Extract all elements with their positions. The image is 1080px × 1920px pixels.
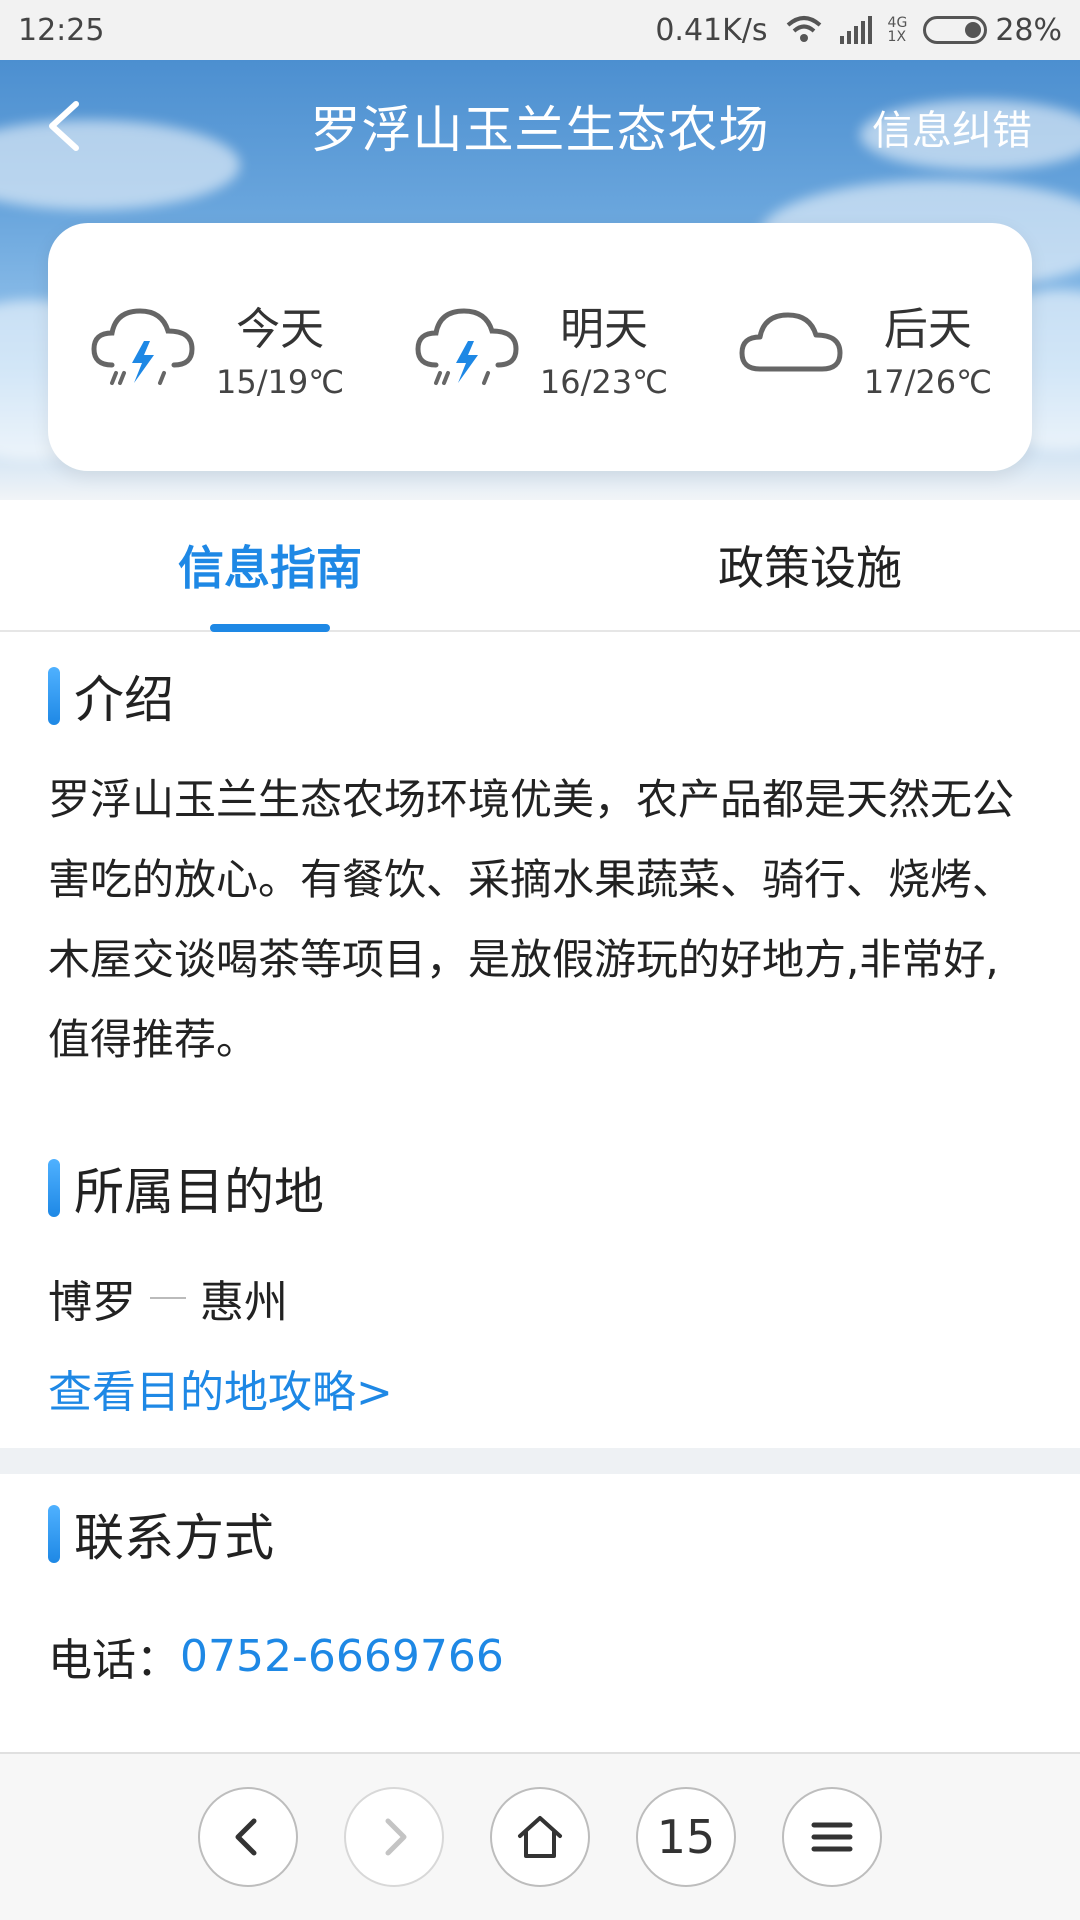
browser-tabs-button[interactable]: 15	[636, 1787, 736, 1887]
intro-section: 介绍 罗浮山玉兰生态农场环境优美，农产品都是天然无公害吃的放心。有餐饮、采摘水果…	[48, 660, 1032, 1080]
cloud-icon	[739, 312, 843, 372]
status-time: 12:25	[18, 12, 105, 48]
contact-section: 联系方式 电话： 0752-6669766	[48, 1498, 1032, 1688]
report-error-link[interactable]: 信息纠错	[872, 98, 1032, 156]
section-title-bar	[48, 667, 60, 725]
section-divider	[0, 1448, 1080, 1474]
section-title: 所属目的地	[48, 1152, 1032, 1224]
browser-forward-button[interactable]	[344, 1787, 444, 1887]
tab-label: 信息指南	[178, 541, 362, 595]
weather-day-temp: 17/26℃	[863, 363, 992, 401]
section-title: 联系方式	[48, 1498, 1032, 1570]
weather-day-today: 今天 15/19℃	[88, 293, 344, 401]
battery-percent: 28%	[995, 12, 1062, 48]
status-indicators: 0.41K/s 4G 1X 28%	[655, 13, 1062, 48]
section-title-bar	[48, 1159, 60, 1217]
intro-text: 罗浮山玉兰生态农场环境优美，农产品都是天然无公害吃的放心。有餐饮、采摘水果蔬菜、…	[48, 775, 1015, 1064]
thunderstorm-icon	[415, 308, 519, 385]
weather-card: 今天 15/19℃ 明天 16/23℃ 后天 17/26℃	[48, 223, 1032, 471]
divider-dash	[150, 1297, 186, 1299]
weather-day-name: 后天	[883, 304, 972, 355]
network-speed: 0.41K/s	[655, 12, 768, 48]
forward-icon	[385, 1818, 407, 1856]
phone-number-link[interactable]: 0752-6669766	[180, 1631, 504, 1682]
tab-bar: 信息指南 政策设施	[0, 500, 1080, 632]
tab-label: 政策设施	[718, 541, 902, 595]
browser-bottom-bar: 15	[0, 1752, 1080, 1920]
section-title-text: 联系方式	[74, 1509, 274, 1567]
weather-day-temp: 15/19℃	[216, 363, 345, 401]
destination-place: 博罗	[48, 1277, 136, 1328]
network-type-top: 4G	[887, 15, 908, 31]
header: 罗浮山玉兰生态农场 信息纠错 今天 15/19℃ 明天 16/23℃ 后天 17…	[0, 60, 1080, 500]
weather-day-name: 明天	[560, 304, 648, 355]
tab-info-guide[interactable]: 信息指南	[0, 500, 540, 632]
destination-path: 博罗 惠州	[48, 1266, 1032, 1330]
destination-guide-link[interactable]: 查看目的地攻略>	[48, 1356, 1032, 1420]
thunderstorm-icon	[91, 308, 195, 385]
browser-menu-button[interactable]	[782, 1787, 882, 1887]
weather-day-tomorrow: 明天 16/23℃	[412, 293, 668, 401]
weather-after-text: 后天 17/26℃	[864, 293, 992, 401]
network-type: 4G 1X	[888, 16, 908, 44]
weather-day-after: 后天 17/26℃	[736, 293, 992, 401]
network-type-bottom: 1X	[887, 29, 907, 45]
section-title-text: 所属目的地	[74, 1163, 324, 1221]
phone-label: 电话：	[48, 1635, 180, 1686]
wifi-icon	[786, 16, 821, 42]
weather-day-temp: 16/23℃	[539, 363, 669, 401]
battery-icon	[923, 16, 988, 44]
weather-tomorrow-text: 明天 16/23℃	[540, 293, 668, 401]
menu-icon	[811, 1822, 853, 1852]
tab-active-indicator	[210, 624, 330, 632]
weather-today-text: 今天 15/19℃	[216, 293, 344, 401]
home-icon	[518, 1816, 562, 1858]
browser-back-button[interactable]	[198, 1787, 298, 1887]
phone-line: 电话： 0752-6669766	[48, 1624, 1032, 1688]
tab-policy-facilities[interactable]: 政策设施	[540, 500, 1080, 630]
destination-section: 所属目的地 博罗 惠州 查看目的地攻略>	[48, 1152, 1032, 1420]
weather-day-name: 今天	[236, 304, 325, 355]
section-title-bar	[48, 1505, 60, 1563]
battery: 28%	[923, 13, 1062, 48]
tab-count: 15	[656, 1810, 716, 1864]
signal-icon	[839, 16, 872, 44]
back-icon	[235, 1818, 257, 1856]
section-title: 介绍	[48, 660, 1032, 732]
status-bar: 12:25 0.41K/s 4G 1X 28%	[0, 0, 1080, 60]
destination-city: 惠州	[200, 1277, 288, 1328]
section-title-text: 介绍	[74, 671, 174, 729]
nav-bar: 罗浮山玉兰生态农场 信息纠错	[0, 60, 1080, 185]
browser-home-button[interactable]	[490, 1787, 590, 1887]
